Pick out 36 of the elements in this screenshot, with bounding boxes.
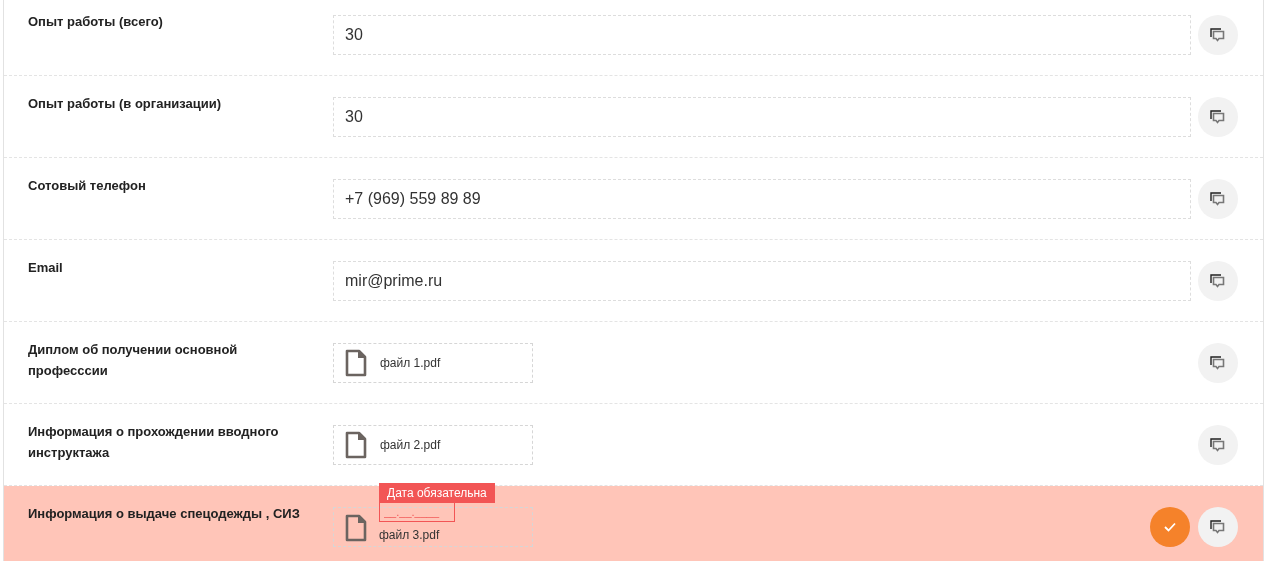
input-field[interactable]: 30 bbox=[333, 97, 1191, 137]
error-tooltip: Дата обязательна bbox=[379, 483, 495, 503]
comment-button[interactable] bbox=[1198, 97, 1238, 137]
comment-icon bbox=[1210, 110, 1226, 124]
field-label: Информация о прохождении вводного инструктажа bbox=[28, 423, 280, 462]
date-field[interactable]: __.__.____ bbox=[379, 502, 455, 522]
comment-icon bbox=[1210, 520, 1226, 534]
file-name: файл 1.pdf bbox=[380, 356, 441, 370]
comment-button[interactable] bbox=[1198, 261, 1238, 301]
comment-icon bbox=[1210, 274, 1226, 288]
input-field[interactable]: mir@prime.ru bbox=[333, 261, 1191, 301]
file-name: файл 2.pdf bbox=[380, 438, 441, 452]
checkmark-icon bbox=[1164, 522, 1176, 532]
input-field[interactable]: 30 bbox=[333, 15, 1191, 55]
comment-icon bbox=[1210, 356, 1226, 370]
comment-icon bbox=[1210, 438, 1226, 452]
comment-icon bbox=[1210, 192, 1226, 206]
file-name: файл 3.pdf bbox=[379, 528, 440, 542]
field-label: Email bbox=[28, 259, 64, 277]
document-icon bbox=[345, 349, 367, 377]
comment-icon bbox=[1210, 28, 1226, 42]
document-icon bbox=[345, 431, 367, 459]
comment-button[interactable] bbox=[1198, 15, 1238, 55]
comment-button[interactable] bbox=[1198, 179, 1238, 219]
comment-button[interactable] bbox=[1198, 507, 1238, 547]
document-icon bbox=[345, 514, 367, 542]
comment-button[interactable] bbox=[1198, 343, 1238, 383]
field-label: Сотовый телефон bbox=[28, 177, 147, 195]
field-label: Диплом об получении основной професссии bbox=[28, 341, 239, 380]
file-attachment[interactable]: файл 2.pdf bbox=[333, 425, 533, 465]
field-label: Опыт работы (всего) bbox=[28, 13, 164, 31]
comment-button[interactable] bbox=[1198, 425, 1238, 465]
field-label: Опыт работы (в организации) bbox=[28, 95, 223, 113]
file-attachment[interactable]: файл 1.pdf bbox=[333, 343, 533, 383]
input-field[interactable]: +7 (969) 559 89 89 bbox=[333, 179, 1191, 219]
field-label: Информация о выдаче спецодежды , СИЗ bbox=[28, 505, 301, 523]
